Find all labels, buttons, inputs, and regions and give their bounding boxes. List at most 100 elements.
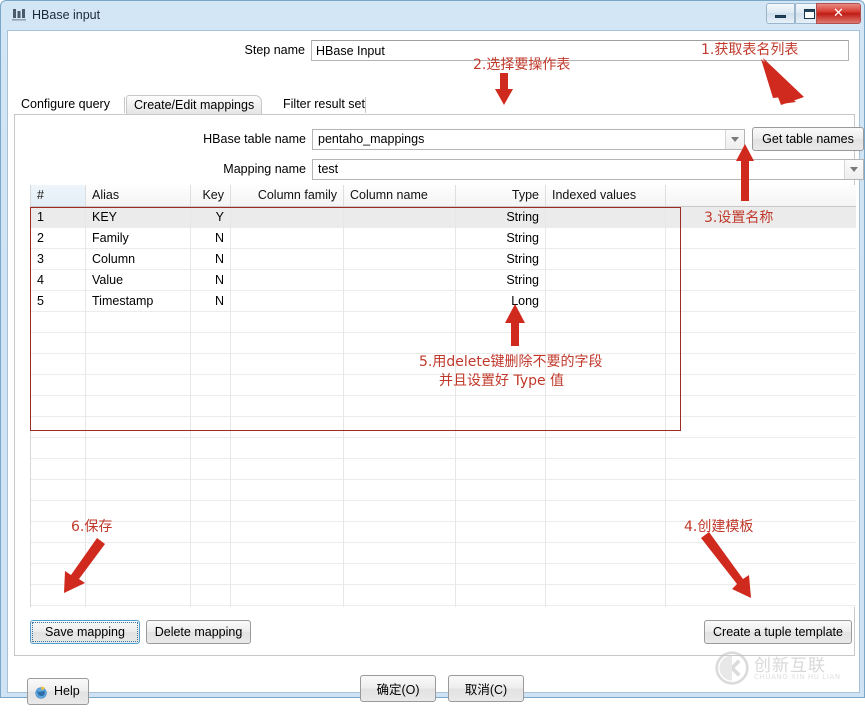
cell-type[interactable] [456, 333, 546, 354]
table-row[interactable] [31, 354, 856, 375]
cell-alias[interactable]: Timestamp [86, 291, 191, 312]
table-row[interactable] [31, 438, 856, 459]
cell-column-family[interactable] [231, 291, 344, 312]
cell-alias[interactable]: KEY [86, 207, 191, 228]
cell-column-name[interactable] [344, 438, 456, 459]
table-row[interactable]: 3 Column N String [31, 249, 856, 270]
cell-indexed-values[interactable] [546, 396, 666, 417]
cell-filler[interactable] [666, 375, 856, 396]
cell-column-family[interactable] [231, 564, 344, 585]
cell-column-family[interactable] [231, 228, 344, 249]
table-row[interactable] [31, 585, 856, 606]
cell-key[interactable] [191, 438, 231, 459]
cell-type[interactable] [456, 480, 546, 501]
cell-key[interactable] [191, 375, 231, 396]
cell-column-name[interactable] [344, 585, 456, 606]
cell-filler[interactable] [666, 543, 856, 564]
cell-key[interactable] [191, 564, 231, 585]
column-header-alias[interactable]: Alias [86, 185, 191, 206]
table-row[interactable]: 1 KEY Y String [31, 207, 856, 228]
cell-alias[interactable] [86, 333, 191, 354]
cell-alias[interactable]: Family [86, 228, 191, 249]
cell-indexed-values[interactable] [546, 270, 666, 291]
chevron-down-icon[interactable] [725, 130, 744, 149]
table-row[interactable] [31, 375, 856, 396]
cell-alias[interactable] [86, 543, 191, 564]
cell-filler[interactable] [666, 291, 856, 312]
cell-indexed-values[interactable] [546, 207, 666, 228]
cell-filler[interactable] [666, 396, 856, 417]
cell-column-name[interactable] [344, 396, 456, 417]
cell-alias[interactable] [86, 522, 191, 543]
cell-filler[interactable] [666, 564, 856, 585]
cell-alias[interactable] [86, 417, 191, 438]
cell-type[interactable]: String [456, 228, 546, 249]
column-header-type[interactable]: Type [456, 185, 546, 206]
cell-type[interactable] [456, 501, 546, 522]
cell-filler[interactable] [666, 249, 856, 270]
cell-alias[interactable] [86, 564, 191, 585]
cell-column-family[interactable] [231, 312, 344, 333]
cell-number[interactable] [31, 606, 86, 607]
cell-filler[interactable] [666, 438, 856, 459]
cell-alias[interactable]: Value [86, 270, 191, 291]
cell-key[interactable] [191, 396, 231, 417]
cell-key[interactable] [191, 333, 231, 354]
chevron-down-icon[interactable] [844, 160, 863, 179]
cell-filler[interactable] [666, 417, 856, 438]
cell-type[interactable] [456, 564, 546, 585]
cell-type[interactable]: String [456, 249, 546, 270]
minimize-icon[interactable] [766, 3, 795, 24]
cell-column-family[interactable] [231, 501, 344, 522]
cell-alias[interactable] [86, 585, 191, 606]
cell-indexed-values[interactable] [546, 249, 666, 270]
cell-column-name[interactable] [344, 417, 456, 438]
step-name-input[interactable] [311, 40, 849, 61]
cell-number[interactable] [31, 438, 86, 459]
cell-number[interactable] [31, 480, 86, 501]
cell-column-name[interactable] [344, 522, 456, 543]
tab-filter-result-set[interactable]: Filter result set [276, 95, 372, 115]
cell-alias[interactable]: Column [86, 249, 191, 270]
cell-number[interactable] [31, 522, 86, 543]
cell-filler[interactable] [666, 480, 856, 501]
table-row[interactable] [31, 501, 856, 522]
cell-column-name[interactable] [344, 249, 456, 270]
column-header-column-family[interactable]: Column family [231, 185, 344, 206]
cell-number[interactable] [31, 564, 86, 585]
cell-column-family[interactable] [231, 333, 344, 354]
cell-number[interactable]: 3 [31, 249, 86, 270]
cell-filler[interactable] [666, 270, 856, 291]
help-button[interactable]: Help [27, 678, 89, 705]
cell-column-name[interactable] [344, 564, 456, 585]
cell-number[interactable]: 5 [31, 291, 86, 312]
cell-type[interactable] [456, 396, 546, 417]
cell-column-family[interactable] [231, 396, 344, 417]
table-row[interactable]: 5 Timestamp N Long [31, 291, 856, 312]
cell-column-family[interactable] [231, 375, 344, 396]
cell-alias[interactable] [86, 501, 191, 522]
cell-column-family[interactable] [231, 354, 344, 375]
cell-indexed-values[interactable] [546, 606, 666, 607]
cell-number[interactable] [31, 585, 86, 606]
cell-key[interactable]: N [191, 249, 231, 270]
table-row[interactable] [31, 606, 856, 607]
cell-type[interactable]: Long [456, 291, 546, 312]
cell-column-name[interactable] [344, 375, 456, 396]
cell-column-name[interactable] [344, 606, 456, 607]
cell-indexed-values[interactable] [546, 312, 666, 333]
table-row[interactable] [31, 333, 856, 354]
cell-indexed-values[interactable] [546, 459, 666, 480]
get-table-names-button[interactable]: Get table names [752, 127, 864, 151]
cell-alias[interactable] [86, 480, 191, 501]
column-header-number[interactable]: # [31, 185, 86, 206]
cell-key[interactable] [191, 543, 231, 564]
cell-indexed-values[interactable] [546, 522, 666, 543]
cell-filler[interactable] [666, 312, 856, 333]
create-tuple-template-button[interactable]: Create a tuple template [704, 620, 852, 644]
table-row[interactable] [31, 522, 856, 543]
cell-type[interactable]: String [456, 207, 546, 228]
cell-key[interactable]: N [191, 228, 231, 249]
cell-indexed-values[interactable] [546, 375, 666, 396]
table-row[interactable] [31, 543, 856, 564]
